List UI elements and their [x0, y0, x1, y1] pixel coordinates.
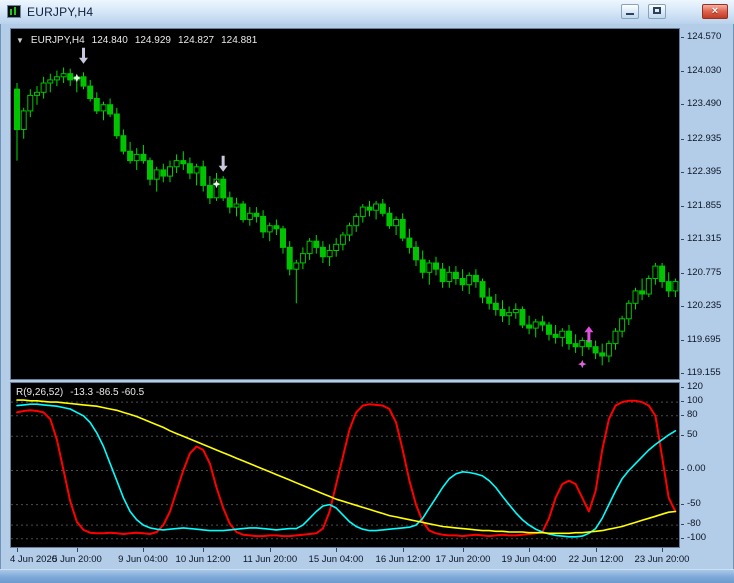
ohlc-open: 124.840: [91, 35, 128, 46]
axis-tick: [681, 340, 684, 341]
price-axis-label: 119.695: [687, 334, 721, 345]
time-axis-tick: [463, 548, 464, 552]
time-axis-label: 23 Jun 20:00: [634, 554, 690, 565]
indicator-axis-label: 120: [687, 381, 703, 392]
axis-tick: [681, 435, 684, 436]
window-titlebar[interactable]: EURJPY,H4 ×: [0, 0, 734, 24]
time-axis-tick: [77, 548, 78, 552]
axis-tick: [681, 306, 684, 307]
indicator-label: R(9,26,52) -13.3 -86.5 -60.5: [16, 387, 151, 398]
ohlc-low: 124.827: [177, 35, 215, 46]
axis-tick: [681, 538, 684, 539]
axis-tick: [681, 239, 684, 240]
time-axis-tick: [403, 548, 404, 552]
time-axis-label: 9 Jun 04:00: [118, 554, 168, 565]
axis-tick: [681, 401, 684, 402]
ohlc-close: 124.881: [221, 35, 258, 46]
sell-arrow-icon: [218, 155, 228, 172]
window-title: EURJPY,H4: [27, 5, 94, 19]
time-axis[interactable]: 4 Jun 2020 5 Jun 20:00 9 Jun 04:00 10 Jun 1…: [10, 548, 732, 566]
chart-info-label: ▼ EURJPY,H4 124.840 124.929 124.827 124.881: [16, 35, 264, 46]
axis-tick: [681, 206, 684, 207]
indicator-name: R(9,26,52): [16, 387, 64, 398]
price-axis-label: 124.570: [687, 31, 722, 42]
chart-symbol-timeframe: EURJPY,H4: [30, 35, 85, 46]
window-bottom-frame: [0, 569, 734, 583]
time-axis-tick: [17, 548, 18, 552]
signal-star-icon: [578, 359, 587, 369]
indicator-panel[interactable]: R(9,26,52) -13.3 -86.5 -60.5: [10, 382, 680, 548]
time-axis-tick: [596, 548, 597, 552]
app-window-icon: [7, 5, 21, 18]
time-axis-label: 17 Jun 20:00: [435, 554, 491, 565]
candlestick-chart[interactable]: [11, 29, 679, 379]
buy-arrow-icon: [584, 326, 594, 343]
price-axis-label: 120.775: [687, 267, 722, 278]
price-axis-label: 120.235: [687, 300, 722, 311]
time-axis-label: 15 Jun 04:00: [308, 554, 364, 565]
indicator-axis-label: 50: [687, 429, 698, 440]
indicator-axis-label: 80: [687, 409, 698, 420]
axis-tick: [681, 172, 684, 173]
ohlc-high: 124.929: [134, 35, 171, 46]
time-axis-label: 19 Jun 04:00: [501, 554, 557, 565]
symbol-dropdown-icon[interactable]: ▼: [16, 36, 24, 45]
price-axis-label: 122.395: [687, 166, 722, 177]
time-axis-label: 10 Jun 12:00: [175, 554, 231, 565]
price-axis-label: 121.855: [687, 200, 722, 211]
indicator-values: -13.3 -86.5 -60.5: [70, 387, 145, 398]
close-button[interactable]: ×: [702, 4, 728, 19]
price-axis-label: 124.030: [687, 65, 722, 76]
axis-tick: [681, 504, 684, 505]
indicator-axis-label: 100: [687, 395, 703, 406]
indicator-chart[interactable]: [11, 383, 679, 547]
axis-tick: [681, 524, 684, 525]
time-axis-tick: [529, 548, 530, 552]
axis-tick: [681, 104, 684, 105]
minimize-icon: [626, 13, 634, 15]
axis-tick: [681, 387, 684, 388]
signal-star-icon: [72, 73, 81, 83]
time-axis-label: 16 Jun 12:00: [375, 554, 431, 565]
indicator-line-fast-red: [16, 399, 677, 538]
time-axis-tick: [143, 548, 144, 552]
price-axis-label: 123.490: [687, 98, 722, 109]
indicator-axis-label: -80: [687, 518, 701, 529]
time-axis-label: 22 Jun 12:00: [568, 554, 624, 565]
price-axis[interactable]: 124.570 124.030 123.490 122.935 122.395 121.8…: [681, 28, 734, 380]
time-axis-tick: [336, 548, 337, 552]
time-axis-label: 11 Jun 20:00: [242, 554, 298, 565]
time-axis-label: 5 Jun 20:00: [52, 554, 102, 565]
price-chart-panel[interactable]: ▼ EURJPY,H4 124.840 124.929 124.827 124.881: [10, 28, 680, 380]
axis-tick: [681, 373, 684, 374]
indicator-line-slow-yellow: [16, 399, 677, 535]
time-axis-tick: [203, 548, 204, 552]
axis-tick: [681, 415, 684, 416]
indicator-axis-label: -100: [687, 532, 707, 543]
time-axis-label: 4 Jun 2020: [10, 554, 58, 565]
price-axis-label: 121.315: [687, 233, 722, 244]
sell-arrow-icon: [79, 47, 88, 64]
maximize-button[interactable]: [648, 4, 666, 19]
indicator-axis-label: -50: [687, 498, 701, 509]
axis-tick: [681, 469, 684, 470]
axis-tick: [681, 139, 684, 140]
axis-tick: [681, 71, 684, 72]
indicator-axis-label: 0.00: [687, 463, 706, 474]
time-axis-tick: [662, 548, 663, 552]
axis-tick: [681, 37, 684, 38]
indicator-axis[interactable]: 120 100 80 50 0.00 -50 -80 -100: [681, 382, 734, 548]
maximize-icon: [653, 7, 661, 14]
price-axis-label: 122.935: [687, 133, 722, 144]
price-axis-label: 119.155: [687, 367, 721, 378]
time-axis-tick: [270, 548, 271, 552]
axis-tick: [681, 273, 684, 274]
minimize-button[interactable]: [621, 4, 639, 19]
